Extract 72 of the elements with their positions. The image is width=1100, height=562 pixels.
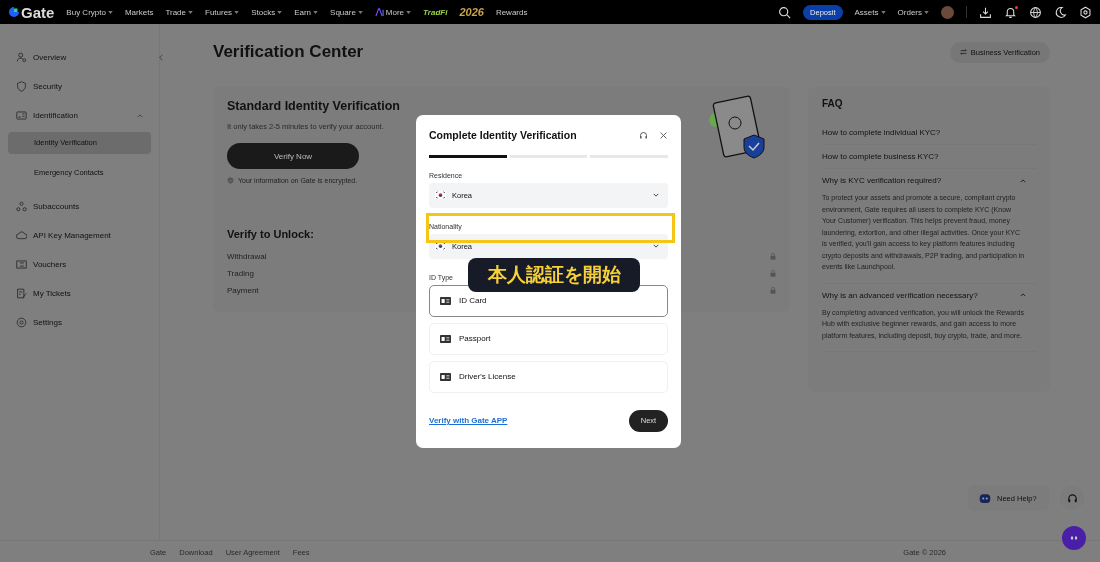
sidebar-icon bbox=[16, 81, 27, 92]
nav-link[interactable]: More bbox=[374, 7, 412, 17]
sidebar-item[interactable]: Overview bbox=[8, 43, 151, 72]
flag-icon bbox=[435, 191, 446, 199]
chatbot-button[interactable] bbox=[1062, 526, 1086, 550]
sidebar-item[interactable]: My Tickets bbox=[8, 279, 151, 308]
anniversary-emblem[interactable]: 2026 bbox=[459, 6, 484, 18]
dialog-title: Complete Identity Verification bbox=[429, 129, 578, 141]
faq-question[interactable]: How to complete individual KYC? bbox=[822, 121, 1036, 144]
sidebar-item[interactable]: API Key Management bbox=[8, 221, 151, 250]
nav-link[interactable]: Earn bbox=[294, 7, 319, 17]
logo[interactable]: Gate bbox=[8, 3, 55, 21]
headset-icon[interactable] bbox=[639, 130, 648, 140]
faq-question[interactable]: Why is KYC verification required? bbox=[822, 169, 1036, 192]
flag-icon bbox=[435, 242, 446, 250]
nav-link[interactable]: Square bbox=[330, 7, 363, 17]
nav-menu[interactable]: Assets bbox=[854, 7, 886, 17]
search-icon[interactable] bbox=[778, 5, 792, 19]
chevron-down-icon bbox=[653, 244, 659, 248]
avatar[interactable] bbox=[941, 5, 954, 19]
sidebar-icon bbox=[16, 259, 27, 270]
nav-link[interactable]: Stocks bbox=[251, 7, 283, 17]
sidebar-item[interactable]: Security bbox=[8, 72, 151, 101]
caption-overlay: 本人認証を開始 bbox=[468, 258, 640, 292]
swap-icon bbox=[959, 49, 967, 55]
faq-title: FAQ bbox=[822, 98, 844, 109]
unlock-item: Withdrawal bbox=[227, 252, 267, 261]
caret-icon bbox=[924, 10, 929, 14]
sidebar-icon bbox=[16, 317, 27, 328]
nav-link[interactable]: Buy Crypto bbox=[66, 7, 113, 17]
sidebar-item[interactable]: Subaccounts bbox=[8, 192, 151, 221]
sidebar-icon bbox=[16, 52, 27, 63]
nav-link[interactable]: Trade bbox=[165, 7, 193, 17]
robot-icon bbox=[978, 492, 992, 504]
download-icon[interactable] bbox=[979, 5, 992, 19]
gate-app-link[interactable]: Verify with Gate APP bbox=[429, 416, 508, 425]
nav-link[interactable]: Futures bbox=[205, 7, 240, 17]
chevron-down-icon bbox=[653, 193, 659, 197]
globe-icon[interactable] bbox=[1029, 5, 1042, 19]
ai-icon bbox=[374, 7, 384, 17]
sidebar-icon bbox=[16, 110, 27, 121]
bell-icon[interactable] bbox=[1004, 5, 1017, 19]
sidebar-item[interactable]: Settings bbox=[8, 308, 151, 337]
sidebar-icon bbox=[16, 230, 27, 241]
sidebar-icon bbox=[16, 201, 27, 212]
card-title: Standard Identity Verification bbox=[227, 99, 401, 113]
unlock-item: Trading bbox=[227, 269, 254, 278]
sidebar-item[interactable]: Vouchers bbox=[8, 250, 151, 279]
caret-icon bbox=[880, 10, 886, 14]
moon-icon[interactable] bbox=[1054, 5, 1067, 19]
id-document-icon bbox=[440, 372, 451, 381]
close-icon[interactable] bbox=[659, 130, 668, 140]
unlock-title: Verify to Unlock: bbox=[227, 228, 314, 240]
headset-icon bbox=[1066, 492, 1078, 504]
settings-icon[interactable] bbox=[1079, 5, 1092, 19]
id-type-option[interactable]: Passport bbox=[429, 322, 668, 355]
logo-icon bbox=[8, 6, 20, 18]
unlock-item: Payment bbox=[227, 286, 259, 295]
sidebar-icon bbox=[16, 288, 27, 299]
nav-link[interactable]: Markets bbox=[124, 7, 154, 17]
id-document-icon bbox=[440, 296, 451, 305]
id-document-icon bbox=[440, 334, 451, 343]
faq-question[interactable]: Why is an advanced verification necessary? bbox=[822, 283, 1036, 307]
nav-link[interactable]: TradFi bbox=[423, 7, 448, 17]
nav-link[interactable]: Rewards bbox=[495, 7, 528, 17]
sidebar-item[interactable]: Identification bbox=[8, 101, 151, 130]
faq-question[interactable]: How to complete business KYC? bbox=[822, 145, 1036, 168]
verify-now-button[interactable]: Verify Now bbox=[227, 143, 359, 169]
page-title: Verification Center bbox=[213, 42, 364, 62]
id-type-option[interactable]: Driver's License bbox=[429, 360, 668, 393]
nav-menu[interactable]: Orders bbox=[897, 7, 929, 17]
shield-check-icon bbox=[227, 177, 234, 184]
